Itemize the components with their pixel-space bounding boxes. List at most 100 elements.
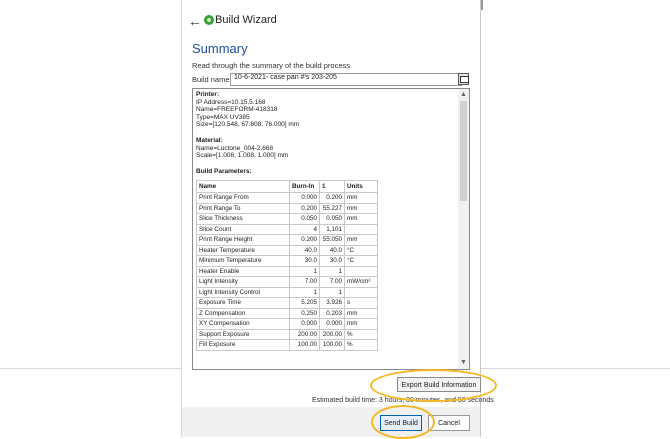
param-name-cell: Fill Exposure — [196, 339, 290, 351]
build-parameters-title: Build Parameters: — [196, 167, 252, 175]
param-units-cell: mW/cm² — [344, 276, 378, 288]
param-units-cell: mm — [344, 213, 378, 225]
right-horizontal-rule — [481, 368, 670, 369]
param-units-cell: mm — [344, 192, 378, 204]
header-name: Name — [196, 180, 290, 194]
param-units-cell: s — [344, 297, 378, 309]
page-title: Summary — [192, 41, 248, 56]
table-row: Print Range From 0.000 0.200 mm — [196, 192, 378, 204]
param-burn-in-cell: 100.00 — [289, 339, 320, 351]
param-burn-in-cell: 200.00 — [289, 328, 320, 341]
param-layer-1-cell: 55.227 — [319, 202, 345, 215]
param-layer-1-cell: 55.050 — [319, 234, 345, 246]
page-subtext: Read through the summary of the build pr… — [192, 61, 351, 70]
param-units-cell: °C — [344, 244, 378, 257]
material-line: Name=Luctone_004-2.668 — [196, 144, 274, 152]
table-row: Z Compensation 0.250 0.203 mm — [196, 307, 378, 320]
param-layer-1-cell: 3.926 — [319, 297, 345, 309]
footer-bar: Send Build Cancel — [182, 407, 480, 437]
summary-content: Printer: IP Address=10.15.5.168 Name=FRE… — [196, 91, 458, 351]
param-units-cell: % — [344, 328, 378, 341]
param-layer-1-cell: 100.00 — [319, 339, 345, 351]
param-layer-1-cell: 0.200 — [319, 192, 345, 204]
table-header-row: Name Burn-In 1 Units — [196, 180, 378, 194]
title-bar: ← Build Wizard — [182, 10, 480, 32]
param-name-cell: Slice Thickness — [196, 213, 290, 225]
table-row: Light Intensity Control 1 1 — [196, 286, 378, 299]
param-name-cell: Print Range To — [196, 202, 290, 215]
param-name-cell: Z Compensation — [196, 307, 290, 320]
param-burn-in-cell: 1 — [289, 265, 320, 278]
header-layer-1: 1 — [319, 180, 345, 194]
param-burn-in-cell: 0.200 — [289, 234, 320, 246]
param-layer-1-cell: 0.050 — [319, 213, 345, 225]
param-name-cell: Support Exposure — [196, 328, 290, 341]
param-name-cell: Minimum Temperature — [196, 255, 290, 267]
param-name-cell: Print Range From — [196, 192, 290, 204]
table-row: Minimum Temperature 30.0 30.0 °C — [196, 255, 378, 267]
param-units-cell: mm — [344, 318, 378, 330]
build-parameters-table: Name Burn-In 1 Units Print Range From 0.0… — [196, 180, 378, 351]
param-name-cell: Heater Temperature — [196, 244, 290, 257]
param-name-cell: XY Compensation — [196, 318, 290, 330]
table-row: Print Range To 0.200 55.227 mm — [196, 202, 378, 215]
build-name-field[interactable]: 10-6-2021- case pan #'s 203-205 — [230, 73, 462, 86]
param-burn-in-cell: 5.205 — [289, 297, 320, 309]
back-arrow-icon[interactable]: ← — [188, 13, 202, 29]
edit-name-icon[interactable] — [458, 73, 469, 85]
param-burn-in-cell: 0.050 — [289, 213, 320, 225]
param-layer-1-cell: 30.0 — [319, 255, 345, 267]
param-layer-1-cell: 1 — [319, 265, 345, 278]
table-row: Print Range Height 0.200 55.050 mm — [196, 234, 378, 246]
table-row: Fill Exposure 100.00 100.00% — [196, 339, 378, 351]
param-name-cell: Slice Count — [196, 223, 290, 236]
summary-panel[interactable]: Printer: IP Address=10.15.5.168 Name=FRE… — [192, 88, 470, 370]
param-layer-1-cell: 200.00 — [319, 328, 345, 341]
param-name-cell: Light Intensity — [196, 276, 290, 288]
param-burn-in-cell: 40.0 — [289, 244, 320, 257]
param-layer-1-cell: 0.000 — [319, 318, 345, 330]
wizard-app-icon — [204, 15, 214, 25]
right-divider — [480, 0, 481, 437]
material-line: Scale=[1.008, 1.008, 1.000] mm — [196, 152, 289, 160]
header-units: Units — [344, 180, 378, 194]
param-layer-1-cell: 1 — [319, 286, 345, 299]
table-row: XY Compensation 0.000 0.000 mm — [196, 318, 378, 330]
scroll-thumb[interactable] — [460, 101, 467, 201]
param-layer-1-cell: 40.0 — [319, 244, 345, 257]
table-row: Heater Temperature 40.0 40.0 °C — [196, 244, 378, 257]
printer-line: Type=MAX UV385 — [196, 113, 250, 121]
summary-scrollbar[interactable]: ▲ ▼ — [458, 89, 469, 369]
export-highlight-circle — [370, 369, 497, 402]
window-title: Build Wizard — [215, 14, 277, 26]
scroll-down-icon[interactable]: ▼ — [460, 359, 467, 366]
param-name-cell: Exposure Time — [196, 297, 290, 309]
param-units-cell: °C — [344, 255, 378, 267]
param-burn-in-cell: 4 — [289, 223, 320, 236]
param-units-cell: mm — [344, 307, 378, 320]
printer-line: IP Address=10.15.5.168 — [196, 98, 266, 106]
param-burn-in-cell: 0.250 — [289, 307, 320, 320]
param-burn-in-cell: 0.000 — [289, 192, 320, 204]
param-units-cell: mm — [344, 234, 378, 246]
table-row: Slice Count 4 1,101 — [196, 223, 378, 236]
material-title: Material: — [196, 136, 223, 144]
printer-line: Size=[120.548, 67.808, 76.000] mm — [196, 121, 300, 129]
param-layer-1-cell: 0.203 — [319, 307, 345, 320]
param-layer-1-cell: 1,101 — [319, 223, 345, 236]
scroll-up-icon[interactable]: ▲ — [460, 91, 467, 98]
table-row: Slice Thickness 0.050 0.050 mm — [196, 213, 378, 225]
header-burn-in: Burn-In — [289, 180, 320, 194]
build-name-label: Build name: — [192, 75, 232, 84]
table-row: Heater Enable 1 1 — [196, 265, 378, 278]
param-units-cell: % — [344, 339, 378, 351]
param-burn-in-cell: 7.00 — [289, 276, 320, 288]
send-highlight-circle — [371, 405, 435, 439]
param-name-cell: Heater Enable — [196, 265, 290, 278]
param-name-cell: Print Range Height — [196, 234, 290, 246]
param-burn-in-cell: 0.200 — [289, 202, 320, 215]
table-row: Light Intensity 7.00 7.00 mW/cm² — [196, 276, 378, 288]
param-burn-in-cell: 30.0 — [289, 255, 320, 267]
param-name-cell: Light Intensity Control — [196, 286, 290, 299]
table-row: Support Exposure 200.00 200.00% — [196, 328, 378, 341]
